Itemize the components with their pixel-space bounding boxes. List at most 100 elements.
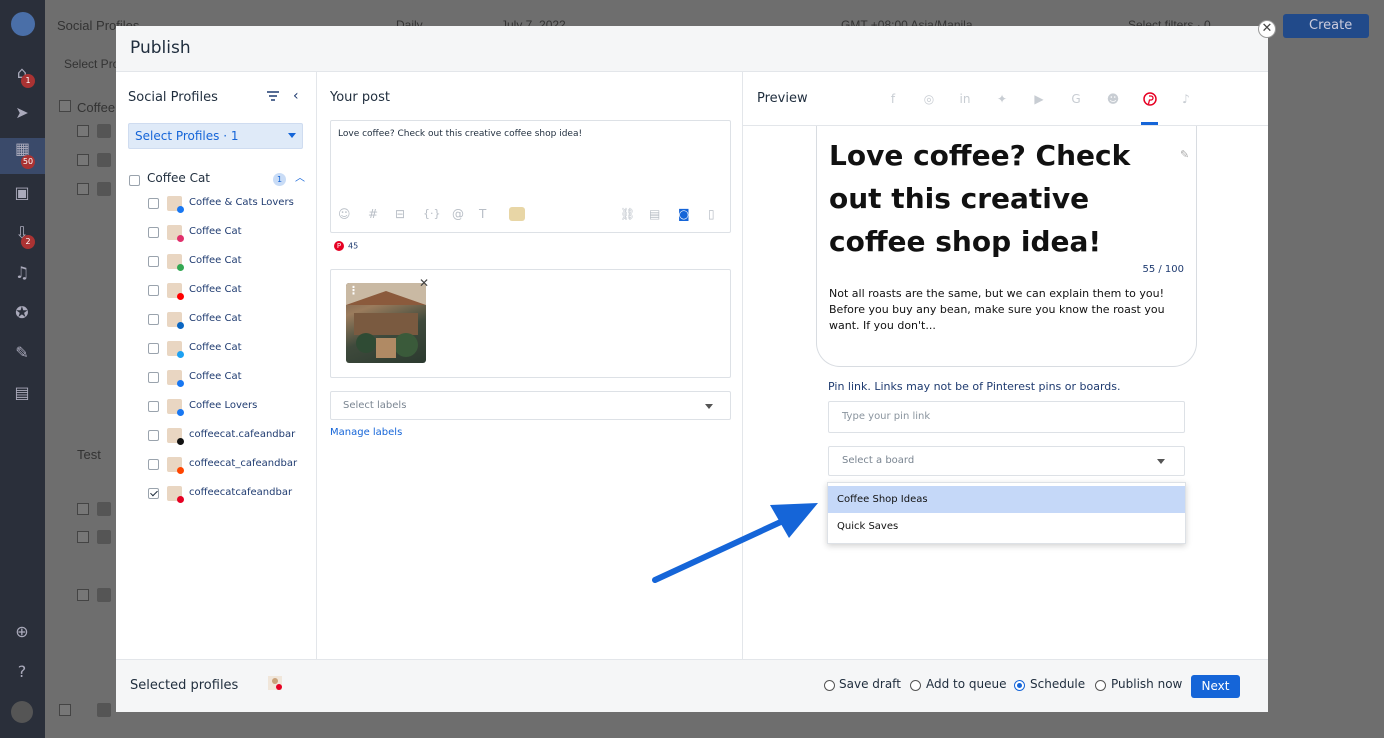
text-format-icon[interactable]: ⊟: [395, 207, 405, 221]
profile-item[interactable]: Coffee Cat: [116, 279, 316, 301]
filter-icon[interactable]: [266, 90, 280, 104]
reddit-icon[interactable]: ☻: [1106, 92, 1120, 106]
close-icon[interactable]: ✕: [1258, 20, 1276, 38]
bg-avatar: [97, 703, 111, 717]
rail-badge: 1: [21, 74, 35, 88]
preview-title: Preview: [757, 91, 808, 106]
twitter-icon[interactable]: ✦: [995, 92, 1009, 106]
manage-labels-link[interactable]: Manage labels: [330, 427, 402, 438]
mention-icon[interactable]: @: [452, 207, 464, 221]
save-draft-label[interactable]: Save draft: [839, 677, 901, 691]
bg-checkbox: [77, 531, 89, 543]
tiktok-icon[interactable]: ♪: [1179, 92, 1193, 106]
send-icon[interactable]: ➤: [11, 102, 33, 124]
media-library-icon[interactable]: ▤: [649, 207, 660, 221]
pin-title[interactable]: Love coffee? Check out this creative cof…: [829, 134, 1174, 263]
remove-media-icon[interactable]: ✕: [419, 276, 429, 290]
link-icon[interactable]: ⛓: [620, 207, 635, 221]
profile-checkbox[interactable]: [148, 256, 159, 267]
star-icon[interactable]: ✪: [11, 302, 33, 324]
profile-name: coffeecat_cafeandbar: [189, 458, 298, 469]
emoji-icon[interactable]: ☺: [338, 207, 351, 221]
labels-select[interactable]: Select labels: [330, 391, 731, 420]
document-icon[interactable]: ▯: [708, 207, 715, 221]
schedule-label[interactable]: Schedule: [1030, 677, 1085, 691]
add-to-queue-radio[interactable]: [910, 680, 921, 691]
ai-assistant-icon[interactable]: [509, 207, 525, 221]
group-checkbox[interactable]: [129, 175, 140, 186]
profile-item[interactable]: Coffee Cat: [116, 308, 316, 330]
add-icon[interactable]: ⊕: [11, 621, 33, 643]
profile-checkbox[interactable]: [148, 285, 159, 296]
add-to-queue-label[interactable]: Add to queue: [926, 677, 1007, 691]
instagram-icon[interactable]: ◎: [922, 92, 936, 106]
board-select[interactable]: Select a board: [828, 446, 1185, 476]
pin-link-input[interactable]: Type your pin link: [828, 401, 1185, 433]
profile-item[interactable]: Coffee Cat: [116, 221, 316, 243]
chevron-up-icon[interactable]: ︿: [295, 169, 305, 184]
board-option-quick-saves[interactable]: Quick Saves: [828, 513, 1185, 540]
profile-item[interactable]: coffeecatcafeandbar: [116, 482, 316, 504]
profile-name: Coffee Cat: [189, 371, 242, 382]
profile-checkbox[interactable]: [148, 401, 159, 412]
edit-icon[interactable]: ✎: [1180, 148, 1189, 161]
save-draft-radio[interactable]: [824, 680, 835, 691]
profile-item[interactable]: Coffee Lovers: [116, 395, 316, 417]
profile-item[interactable]: coffeecat_cafeandbar: [116, 453, 316, 475]
post-editor[interactable]: Love coffee? Check out this creative cof…: [330, 120, 731, 233]
post-panel: Your post Love coffee? Check out this cr…: [317, 72, 743, 659]
google-icon[interactable]: G: [1069, 92, 1083, 106]
board-placeholder: Select a board: [842, 455, 915, 466]
avatar: [167, 254, 184, 271]
profile-item[interactable]: Coffee Cat: [116, 250, 316, 272]
profile-checkbox[interactable]: [148, 430, 159, 441]
tiktok-icon: [177, 438, 184, 445]
avatar: [167, 370, 184, 387]
help-icon[interactable]: ?: [11, 661, 33, 683]
youtube-icon[interactable]: ▶: [1032, 92, 1046, 106]
linkedin-icon[interactable]: in: [958, 92, 972, 106]
profile-item[interactable]: Coffee Cat: [116, 366, 316, 388]
profile-checkbox[interactable]: [148, 198, 159, 209]
audio-icon[interactable]: ♫: [11, 262, 33, 284]
publish-now-label[interactable]: Publish now: [1111, 677, 1182, 691]
report-icon[interactable]: ▤: [11, 382, 33, 404]
bg-checkbox: [77, 154, 89, 166]
profile-checkbox[interactable]: [148, 227, 159, 238]
pinterest-icon[interactable]: [1143, 92, 1157, 106]
char-count: 45: [348, 241, 359, 251]
avatar[interactable]: [11, 701, 33, 723]
post-text[interactable]: Love coffee? Check out this creative cof…: [338, 129, 582, 139]
next-button[interactable]: Next: [1191, 675, 1240, 698]
pin-link-label: Pin link. Links may not be of Pinterest …: [828, 380, 1121, 393]
profile-checkbox[interactable]: [148, 459, 159, 470]
schedule-radio[interactable]: [1014, 680, 1025, 691]
variables-icon[interactable]: {·}: [423, 207, 441, 220]
text-style-icon[interactable]: T: [479, 207, 486, 221]
pin-icon[interactable]: ✎: [11, 342, 33, 364]
app-logo-icon: [11, 12, 35, 36]
facebook-icon: [177, 380, 184, 387]
modal-footer: Selected profiles Save draft Add to queu…: [116, 659, 1268, 712]
more-vertical-icon[interactable]: ⋮: [348, 284, 359, 297]
bg-checkbox: [59, 100, 71, 112]
select-profiles-dropdown[interactable]: Select Profiles · 1: [128, 123, 303, 149]
bg-avatar: [97, 124, 111, 138]
publish-now-radio[interactable]: [1095, 680, 1106, 691]
collapse-chevron-icon[interactable]: ‹: [293, 88, 299, 104]
create-button[interactable]: Create: [1283, 14, 1369, 38]
profile-item[interactable]: Coffee & Cats Lovers: [116, 192, 316, 214]
profile-item[interactable]: coffeecat.cafeandbar: [116, 424, 316, 446]
profile-item[interactable]: Coffee Cat: [116, 337, 316, 359]
profile-checkbox[interactable]: [148, 314, 159, 325]
image-icon[interactable]: ▣: [11, 182, 33, 204]
profile-name: Coffee Cat: [189, 284, 242, 295]
camera-icon[interactable]: ◙: [678, 207, 690, 221]
facebook-icon[interactable]: f: [886, 92, 900, 106]
profile-checkbox[interactable]: [148, 372, 159, 383]
hashtag-icon[interactable]: #: [368, 207, 378, 221]
profile-checkbox[interactable]: [148, 343, 159, 354]
board-option-coffee-shop-ideas[interactable]: Coffee Shop Ideas: [828, 486, 1185, 513]
bg-checkbox: [77, 589, 89, 601]
profile-checkbox[interactable]: [148, 488, 159, 499]
